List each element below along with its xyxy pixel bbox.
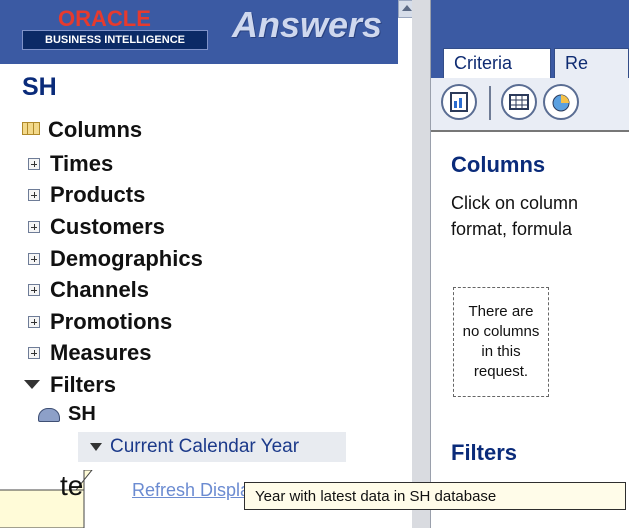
tab-criteria[interactable]: Criteria	[443, 48, 551, 78]
right-header: Criteria Re	[431, 0, 629, 132]
filters-heading: Filters	[451, 440, 518, 465]
filter-group[interactable]: SH	[38, 403, 96, 426]
plus-icon[interactable]	[28, 315, 40, 328]
columns-desc-line: format, formula	[451, 219, 573, 239]
toolbar-separator	[489, 86, 491, 120]
plus-icon[interactable]	[28, 157, 40, 170]
tree-item-label: Promotions	[50, 308, 173, 334]
chart-icon[interactable]	[441, 84, 477, 120]
criteria-panel: Criteria Re Columns Click on column form…	[431, 0, 629, 528]
empty-columns-notice: There are no columns in this request.	[453, 287, 549, 397]
tree-item-label: Measures	[50, 340, 152, 366]
tree-item-promotions[interactable]: Promotions	[28, 306, 203, 338]
plus-icon[interactable]	[28, 284, 40, 297]
callout-text: te	[60, 470, 84, 501]
database-icon	[38, 408, 60, 422]
columns-icon	[22, 122, 40, 135]
tree-item-times[interactable]: Times	[28, 148, 203, 180]
tree-item-customers[interactable]: Customers	[28, 211, 203, 243]
tree-item-measures[interactable]: Measures	[28, 338, 203, 370]
tree-item-label: Customers	[50, 213, 165, 239]
filter-icon	[90, 443, 102, 451]
columns-label: Columns	[48, 117, 143, 142]
filters-section: Filters	[24, 372, 116, 398]
table-icon[interactable]	[501, 84, 537, 120]
tooltip: Year with latest data in SH database	[244, 482, 626, 510]
plus-icon[interactable]	[28, 220, 40, 233]
plus-icon[interactable]	[28, 347, 40, 360]
column-tree: Times Products Customers Demographics Ch…	[28, 148, 203, 369]
columns-heading: Columns	[451, 152, 546, 177]
oracle-wordmark: ORACLE	[58, 6, 151, 31]
panel-divider[interactable]	[412, 0, 431, 528]
app-title: Answers	[232, 4, 383, 45]
app-header: ORACLE BUSINESS INTELLIGENCE Answers	[0, 0, 398, 64]
tree-item-label: Products	[50, 182, 146, 208]
bi-label: BUSINESS INTELLIGENCE	[22, 30, 208, 50]
refresh-display-link[interactable]: Refresh Display	[132, 480, 259, 501]
tree-item-label: Demographics	[50, 245, 203, 271]
tree-item-label: Channels	[50, 277, 150, 303]
columns-description: Click on column format, formula	[451, 190, 629, 242]
plus-icon[interactable]	[28, 189, 40, 202]
tree-item-products[interactable]: Products	[28, 180, 203, 212]
plus-icon[interactable]	[28, 252, 40, 265]
toolbar	[431, 78, 629, 132]
filter-item-current-calendar-year[interactable]: Current Calendar Year	[78, 432, 346, 462]
tab-results[interactable]: Re	[554, 48, 629, 78]
columns-desc-line: Click on column	[451, 193, 579, 213]
columns-section: Columns	[22, 117, 142, 143]
filters-label: Filters	[50, 372, 117, 397]
filter-icon	[24, 380, 40, 389]
tree-item-demographics[interactable]: Demographics	[28, 243, 203, 275]
filter-group-label: SH	[68, 403, 96, 425]
subject-area-title: SH	[22, 73, 57, 101]
tree-item-label: Times	[50, 150, 114, 176]
pie-icon[interactable]	[543, 84, 579, 120]
oracle-logo: ORACLE BUSINESS INTELLIGENCE	[22, 6, 212, 50]
tree-item-channels[interactable]: Channels	[28, 274, 203, 306]
filter-item-label: Current Calendar Year	[110, 436, 300, 457]
